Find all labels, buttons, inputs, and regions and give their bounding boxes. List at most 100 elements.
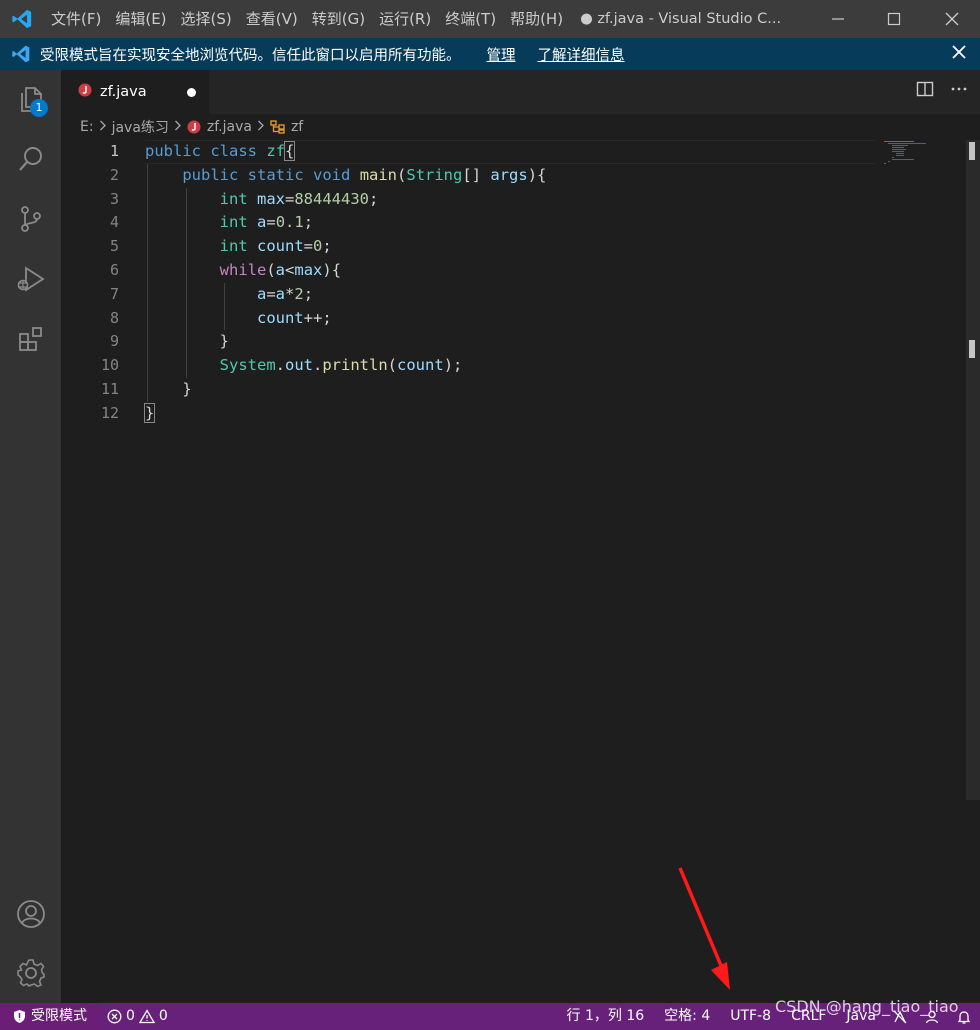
line-number: 4 [109, 213, 119, 232]
code-token: . [275, 356, 285, 375]
code-token: ( [387, 356, 398, 375]
indentation-setting[interactable]: 空格: 4 [656, 1003, 718, 1030]
cursor-position[interactable]: 行 1，列 16 [559, 1003, 653, 1030]
vscode-logo-icon [0, 0, 44, 38]
minimap[interactable] [884, 140, 964, 170]
code-token: * [285, 284, 295, 303]
menu-view[interactable]: 查看(V) [239, 0, 305, 38]
source-control-icon[interactable] [0, 190, 61, 248]
breadcrumb-symbol[interactable]: zf [291, 119, 303, 135]
more-actions-icon[interactable] [950, 80, 968, 102]
explorer-badge: 1 [30, 99, 48, 117]
code-token: println [322, 356, 388, 375]
tab-label: zf.java [100, 84, 147, 100]
code-token: max [257, 189, 285, 208]
settings-gear-icon[interactable] [0, 944, 61, 1002]
code-token: } [182, 379, 192, 398]
code-token: 88444430 [294, 189, 369, 208]
code-token: System [219, 356, 276, 375]
code-line: a=a*2; [145, 283, 875, 307]
title-bar: 文件(F) 编辑(E) 选择(S) 查看(V) 转到(G) 运行(R) 终端(T… [0, 0, 980, 38]
window-title: ● zf.java - Visual Studio C... [580, 11, 782, 27]
error-icon [107, 1009, 122, 1024]
close-window-button[interactable] [924, 0, 980, 38]
split-editor-icon[interactable] [916, 80, 934, 102]
line-number: 3 [109, 189, 119, 208]
code-line: int max=88444430; [145, 188, 875, 212]
encoding-setting[interactable]: UTF-8 [722, 1003, 779, 1030]
line-number: 9 [109, 332, 119, 351]
annotation-arrow-icon [678, 867, 730, 990]
code-token: = [285, 189, 295, 208]
line-number: 6 [109, 260, 119, 279]
code-token: [] [462, 165, 491, 184]
code-token: ; [369, 189, 379, 208]
code-token: 0 [313, 237, 323, 256]
code-token: a [275, 260, 286, 279]
code-token: void [313, 165, 351, 184]
unsaved-dot-icon[interactable] [187, 88, 196, 97]
explorer-icon[interactable]: 1 [0, 70, 61, 128]
menu-selection[interactable]: 选择(S) [174, 0, 239, 38]
class-symbol-icon [270, 120, 286, 134]
code-token: ( [266, 260, 276, 279]
restricted-mode-indicator[interactable]: 受限模式 [0, 1003, 99, 1030]
shield-icon [12, 1009, 27, 1024]
code-token: ; [303, 213, 314, 232]
breadcrumb-folder[interactable]: java练习 [112, 117, 169, 137]
line-number: 5 [109, 237, 119, 256]
code-token: ){ [322, 260, 342, 279]
banner-close-icon[interactable] [952, 43, 966, 64]
code-token: . [313, 356, 323, 375]
menu-help[interactable]: 帮助(H) [503, 0, 570, 38]
line-number: 11 [100, 379, 119, 398]
line-number: 12 [100, 403, 119, 422]
tab-zf-java[interactable]: zf.java [61, 70, 209, 114]
warning-icon [138, 1009, 155, 1024]
accounts-icon[interactable] [0, 885, 61, 943]
code-token: main [359, 165, 398, 184]
menu-go[interactable]: 转到(G) [305, 0, 372, 38]
code-token: zf [266, 142, 286, 160]
minimize-button[interactable] [810, 0, 866, 38]
code-token: 2 [294, 284, 304, 303]
code-line: while(a<max){ [145, 259, 875, 283]
code-line: int count=0; [145, 235, 875, 259]
chevron-right-icon [257, 119, 265, 135]
code-token: static [247, 165, 304, 184]
run-debug-icon[interactable] [0, 250, 61, 308]
menu-file[interactable]: 文件(F) [44, 0, 108, 38]
code-token: a [256, 284, 267, 303]
java-file-icon [78, 83, 92, 101]
line-number: 1 [109, 142, 119, 160]
code-area[interactable]: public class zf{ public static void main… [143, 140, 875, 426]
problems-indicator[interactable]: 0 0 [99, 1003, 176, 1030]
code-token: int [219, 189, 248, 208]
banner-manage-link[interactable]: 管理 [487, 44, 516, 65]
breadcrumb: E: java练习 zf.java zf [61, 114, 980, 140]
code-line: } [145, 330, 875, 354]
code-token: String [406, 165, 463, 184]
vertical-scrollbar[interactable] [966, 140, 980, 800]
menu-run[interactable]: 运行(R) [372, 0, 438, 38]
warning-count: 0 [158, 1008, 168, 1024]
banner-learn-more-link[interactable]: 了解详细信息 [538, 44, 625, 65]
line-number-gutter: 1 2 3 4 5 6 7 8 9 10 11 12 [61, 140, 119, 426]
menu-edit[interactable]: 编辑(E) [108, 0, 173, 38]
code-token: a [257, 213, 267, 232]
vscode-banner-icon [11, 44, 35, 64]
code-editor[interactable]: 1 2 3 4 5 6 7 8 9 10 11 12 public class … [61, 140, 980, 1003]
maximize-button[interactable] [866, 0, 922, 38]
code-token: a [275, 284, 286, 303]
code-line: } [145, 378, 875, 402]
extensions-icon[interactable] [0, 310, 61, 368]
search-icon[interactable] [0, 130, 61, 188]
breadcrumb-file[interactable]: zf.java [207, 119, 252, 135]
scrollbar-marker [969, 340, 975, 358]
menu-terminal[interactable]: 终端(T) [438, 0, 503, 38]
code-token: out [285, 356, 313, 375]
code-token: } [219, 332, 229, 351]
code-token: count [257, 237, 304, 256]
breadcrumb-drive[interactable]: E: [80, 119, 94, 135]
code-token: int [219, 213, 248, 232]
